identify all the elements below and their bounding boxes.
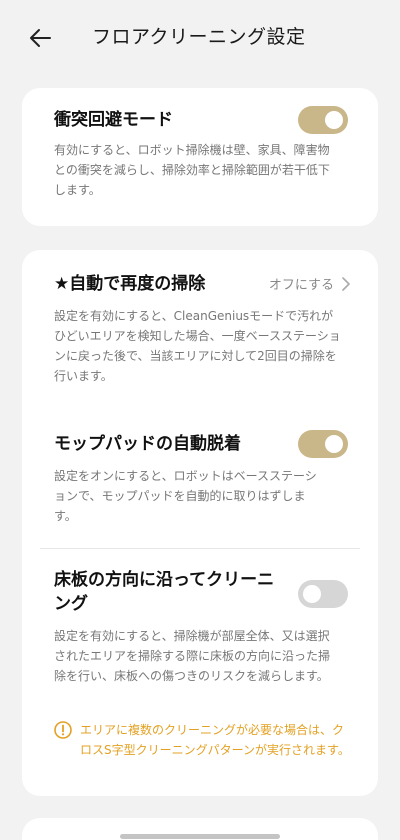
header-bar: フロアクリーニング設定 <box>0 0 400 76</box>
auto-reclean-description: 設定を有効にすると、CleanGeniusモードで汚れがひどいエリアを検知した場… <box>54 309 341 383</box>
page-title: フロアクリーニング設定 <box>92 26 306 48</box>
cleaning-options-card: ★自動で再度の掃除 オフにする 設定を有効にすると、CleanGeniusモード… <box>22 250 378 796</box>
collision-avoidance-card: 衝突回避モード 有効にすると、ロボット掃除機は壁、家具、障害物との衝突を減らし、… <box>22 88 378 226</box>
back-button[interactable] <box>24 24 56 52</box>
arrow-left-icon <box>30 29 51 47</box>
toggle-knob <box>325 111 343 129</box>
cross-pattern-warning: エリアに複数のクリーニングが必要な場合は、クロスS字型クリーニングパターンが実行… <box>54 720 350 760</box>
chevron-right-icon <box>342 276 350 291</box>
toggle-knob <box>325 435 343 453</box>
auto-reclean-selector[interactable]: オフにする <box>269 274 350 293</box>
collision-avoidance-toggle[interactable] <box>298 106 348 134</box>
floorboard-direction-description: 設定を有効にすると、掃除機が部屋全体、又は選択されたエリアを掃除する際に床板の方… <box>54 629 331 683</box>
warning-icon <box>54 721 72 739</box>
collision-avoidance-description: 有効にすると、ロボット掃除機は壁、家具、障害物との衝突を減らし、掃除効率と掃除範… <box>54 143 330 197</box>
divider <box>40 548 360 549</box>
floorboard-direction-title: 床板の方向に沿ってクリーニング <box>54 570 275 614</box>
mop-pad-detach-description: 設定をオンにすると、ロボットはベースステーションで、モップパッドを自動的に取りは… <box>54 469 317 523</box>
warning-text: エリアに複数のクリーニングが必要な場合は、クロスS字型クリーニングパターンが実行… <box>80 723 350 757</box>
auto-reclean-value: オフにする <box>268 278 334 293</box>
mop-pad-detach-toggle[interactable] <box>298 430 348 458</box>
auto-reclean-title: ★自動で再度の掃除 <box>54 274 206 294</box>
toggle-knob <box>303 585 321 603</box>
mop-pad-detach-title: モップパッドの自動脱着 <box>54 434 241 454</box>
home-indicator[interactable] <box>120 834 280 839</box>
floorboard-direction-toggle[interactable] <box>298 580 348 608</box>
collision-avoidance-title: 衝突回避モード <box>54 110 173 130</box>
